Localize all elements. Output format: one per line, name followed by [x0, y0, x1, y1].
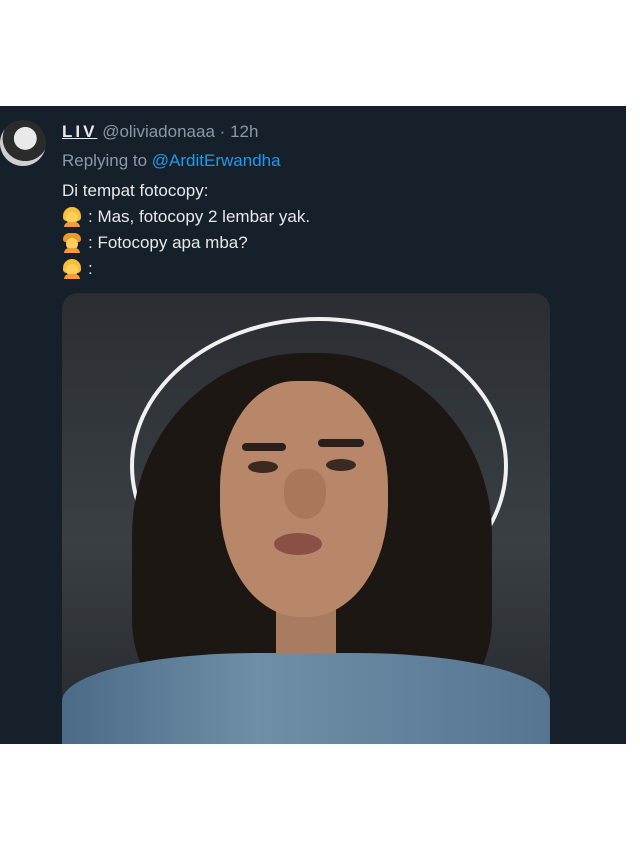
replying-label: Replying to	[62, 151, 148, 170]
tweet-header: LIV @oliviadonaaa · 12h	[62, 122, 258, 142]
tweet-time[interactable]: 12h	[230, 122, 258, 141]
tweet-line-text: Di tempat fotocopy:	[62, 181, 209, 200]
tweet-line-text: : Fotocopy apa mba?	[88, 233, 248, 252]
tweet-line: :	[62, 256, 310, 282]
photo-eye-left	[248, 461, 278, 473]
replying-to-line: Replying to @ArditErwandha	[62, 151, 281, 171]
separator-dot: ·	[219, 122, 226, 141]
mention-link[interactable]: @ArditErwandha	[152, 151, 281, 170]
tweet-line-text: :	[88, 259, 93, 278]
boy-icon	[62, 233, 82, 253]
photo-brow-right	[318, 439, 364, 447]
tweet-photo[interactable]	[62, 293, 550, 744]
tweet-line-text: : Mas, fotocopy 2 lembar yak.	[88, 207, 311, 226]
avatar[interactable]	[0, 120, 46, 166]
photo-mouth	[274, 533, 322, 555]
tweet-line: : Mas, fotocopy 2 lembar yak.	[62, 204, 310, 230]
woman-icon	[62, 207, 82, 227]
tweet-line: Di tempat fotocopy:	[62, 178, 310, 204]
photo-eye-right	[326, 459, 356, 471]
photo-nose	[284, 469, 326, 519]
photo-denim-shirt	[62, 653, 550, 744]
photo-brow-left	[242, 443, 286, 451]
tweet-card[interactable]: LIV @oliviadonaaa · 12h Replying to @Ard…	[0, 106, 626, 744]
user-handle[interactable]: @oliviadonaaa	[102, 122, 215, 141]
display-name[interactable]: LIV	[62, 122, 97, 141]
tweet-text: Di tempat fotocopy: : Mas, fotocopy 2 le…	[62, 178, 310, 282]
tweet-line: : Fotocopy apa mba?	[62, 230, 310, 256]
woman-icon	[62, 259, 82, 279]
